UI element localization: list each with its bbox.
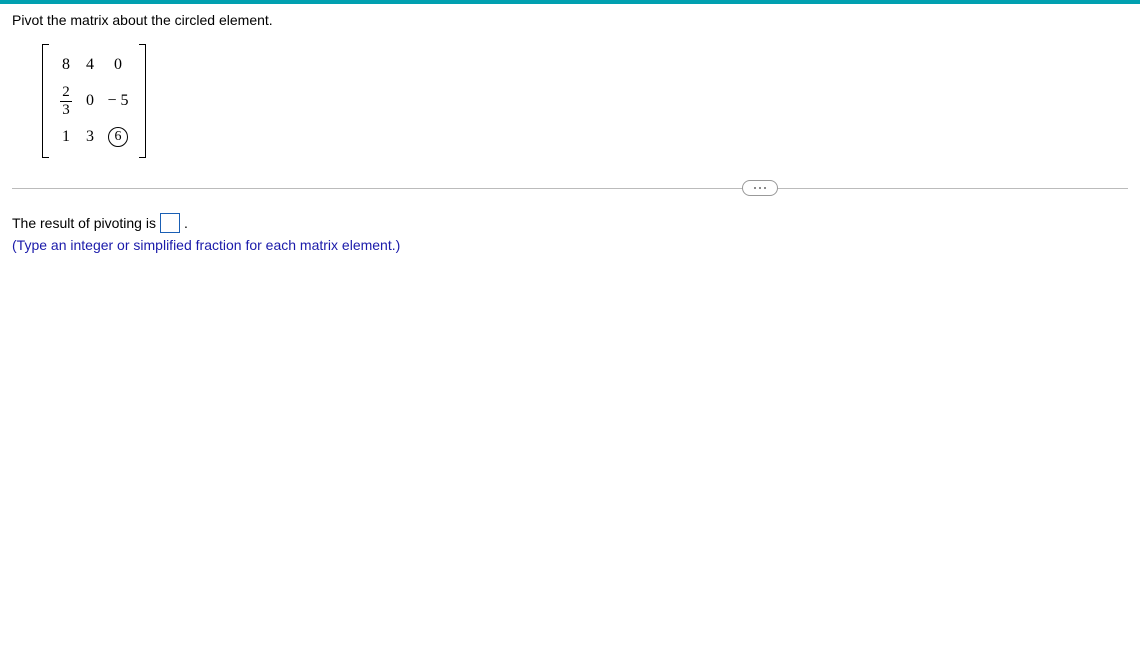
matrix-cell: 0 [101,56,135,74]
divider-line [12,188,1128,189]
matrix-row: 1 3 6 [53,122,135,152]
matrix-bracket-right [139,44,146,158]
fraction-denominator: 3 [60,102,72,118]
answer-line: The result of pivoting is . [12,213,1128,233]
matrix-cell: − 5 [101,92,135,110]
matrix-cell: 3 [79,128,101,146]
circled-pivot-element: 6 [108,127,128,147]
matrix: 8 4 0 2 3 0 − 5 1 3 6 [42,44,146,158]
expand-button[interactable] [742,180,778,196]
matrix-bracket-left [42,44,49,158]
answer-prefix: The result of pivoting is [12,215,156,231]
answer-input[interactable] [160,213,180,233]
matrix-row: 2 3 0 − 5 [53,80,135,122]
matrix-cell: 8 [53,56,79,74]
matrix-cell: 1 [53,128,79,146]
ellipsis-icon [759,187,761,189]
content-area: Pivot the matrix about the circled eleme… [0,4,1140,261]
matrix-cell: 2 3 [53,85,79,118]
ellipsis-icon [754,187,756,189]
section-divider [12,188,1128,189]
answer-hint: (Type an integer or simplified fraction … [12,237,1128,253]
matrix-row: 8 4 0 [53,50,135,80]
matrix-body: 8 4 0 2 3 0 − 5 1 3 6 [49,44,139,158]
ellipsis-icon [764,187,766,189]
matrix-cell: 4 [79,56,101,74]
matrix-cell: 6 [101,127,135,147]
fraction: 2 3 [60,85,72,118]
answer-suffix: . [184,215,188,231]
matrix-cell: 0 [79,92,101,110]
fraction-numerator: 2 [60,85,72,102]
question-text: Pivot the matrix about the circled eleme… [12,12,1128,28]
